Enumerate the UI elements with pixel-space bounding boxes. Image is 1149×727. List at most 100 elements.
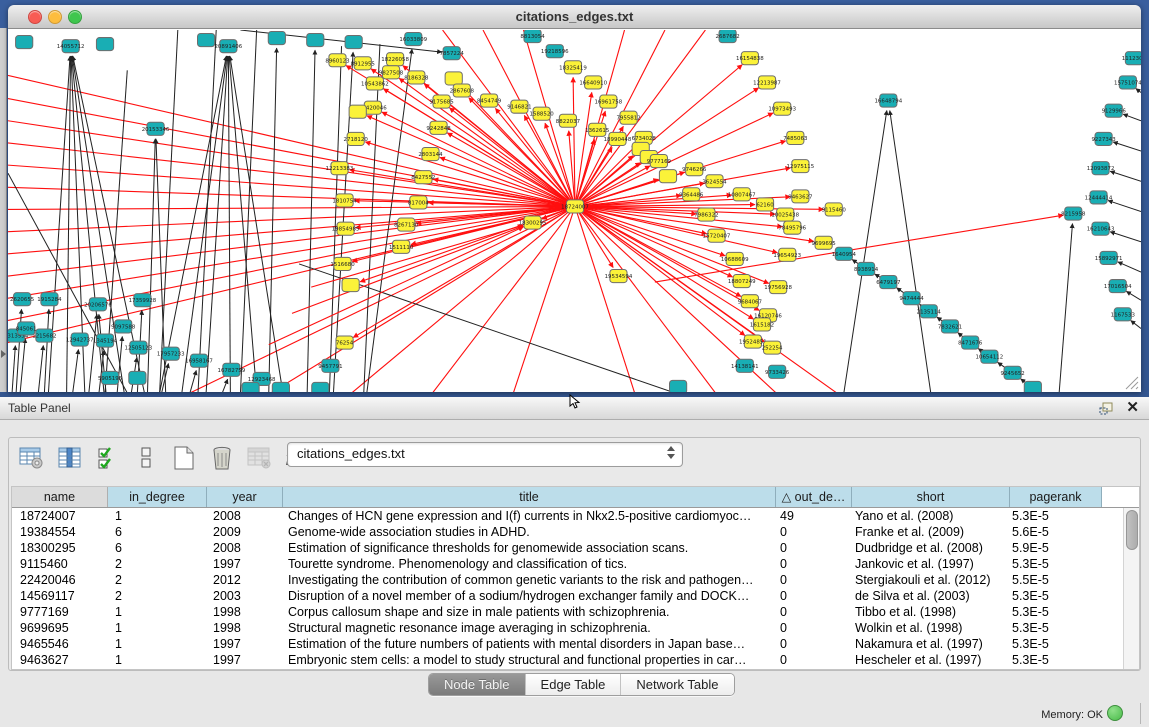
graph-node[interactable] — [129, 371, 146, 384]
graph-edge[interactable] — [1110, 232, 1141, 242]
graph-node[interactable] — [445, 72, 462, 85]
column-header-pagerank[interactable]: pagerank — [1010, 487, 1102, 507]
column-header-name[interactable]: name — [12, 487, 108, 507]
table-row[interactable]: 946554611997Estimation of the future num… — [12, 636, 1123, 652]
scrollbar-thumb[interactable] — [1126, 510, 1138, 550]
graph-edge[interactable] — [1126, 291, 1141, 300]
memory-status-led[interactable] — [1107, 705, 1123, 721]
graph-edge[interactable] — [1131, 321, 1141, 329]
graph-edge[interactable] — [12, 346, 15, 392]
graph-node[interactable] — [670, 380, 687, 392]
graph-edge[interactable] — [1136, 89, 1141, 93]
graph-edge[interactable] — [1108, 201, 1141, 212]
graph-node[interactable] — [272, 382, 289, 392]
graph-edge-directed[interactable] — [271, 206, 575, 392]
graph-node-label: 16210643 — [1087, 227, 1115, 233]
table-scrollbar[interactable] — [1123, 508, 1139, 669]
table-row[interactable]: 1872400712008Changes of HCN gene express… — [12, 508, 1123, 524]
column-header-short[interactable]: short — [852, 487, 1010, 507]
graph-edge[interactable] — [222, 379, 227, 392]
graph-node[interactable] — [1024, 381, 1041, 392]
tab-network-table[interactable]: Network Table — [620, 674, 733, 695]
close-panel-icon[interactable]: ✕ — [1126, 400, 1139, 416]
graph-edge[interactable] — [1118, 262, 1141, 272]
table-row[interactable]: 969969511998Structural magnetic resonanc… — [12, 620, 1123, 636]
tab-node-table[interactable]: Node Table — [429, 674, 525, 695]
column-header-title[interactable]: title — [283, 487, 776, 507]
panel-expander-icon[interactable] — [1, 350, 6, 358]
graph-edge[interactable] — [190, 370, 196, 392]
graph-edge[interactable] — [206, 56, 228, 392]
graph-node[interactable] — [342, 279, 359, 292]
graph-node[interactable] — [345, 36, 362, 49]
column-header-year[interactable]: year — [207, 487, 283, 507]
clear-selection-button[interactable] — [131, 444, 160, 472]
window-titlebar[interactable]: citations_edges.txt — [8, 5, 1141, 29]
table-row[interactable]: 946362711997Embryonic stem cells: a mode… — [12, 652, 1123, 668]
graph-edge[interactable] — [89, 314, 97, 392]
graph-node[interactable] — [96, 38, 113, 51]
zoom-traffic-light[interactable] — [68, 10, 82, 24]
graph-edge[interactable] — [1123, 114, 1141, 121]
graph-node[interactable] — [312, 382, 329, 392]
float-window-icon[interactable] — [1099, 402, 1114, 415]
import-table-button[interactable] — [245, 444, 274, 472]
graph-node[interactable] — [307, 34, 324, 47]
table-cell: 18724007 — [12, 508, 107, 524]
graph-edge-directed[interactable] — [292, 226, 523, 313]
delete-button[interactable] — [207, 444, 236, 472]
graph-edge-directed[interactable] — [8, 206, 575, 276]
table-row[interactable]: 977716911998Corpus callosum shape and si… — [12, 604, 1123, 620]
graph-node-label: 16154838 — [736, 56, 764, 62]
graph-node-label: 18807249 — [728, 279, 756, 285]
graph-edge[interactable] — [44, 309, 49, 392]
graph-edge-directed[interactable] — [8, 206, 575, 253]
graph-node-label: 16961758 — [594, 100, 622, 106]
graph-edge-directed[interactable] — [367, 116, 575, 207]
graph-edge[interactable] — [364, 44, 380, 392]
graph-node[interactable] — [349, 105, 366, 118]
table-settings-button[interactable] — [17, 444, 46, 472]
window-resize-grip[interactable] — [1125, 376, 1139, 390]
table-row[interactable]: 911546021997Tourette syndrome. Phenomeno… — [12, 556, 1123, 572]
table-cell: Changes of HCN gene expression and I(f) … — [280, 508, 772, 524]
table-row[interactable]: 1938455462009Genome-wide association stu… — [12, 524, 1123, 540]
table-cell: 1 — [107, 636, 205, 652]
graph-node[interactable] — [242, 382, 259, 392]
graph-edge[interactable] — [160, 30, 178, 392]
graph-edge-directed[interactable] — [8, 165, 575, 206]
new-document-button[interactable] — [169, 444, 198, 472]
graph-edge[interactable] — [20, 339, 25, 392]
graph-edge[interactable] — [147, 139, 155, 392]
table-cell: 5.3E-5 — [1004, 588, 1095, 604]
table-source-dropdown[interactable]: citations_edges.txt — [287, 442, 683, 467]
table-row[interactable]: 1456911722003Disruption of a novel membe… — [12, 588, 1123, 604]
graph-edge-directed[interactable] — [513, 206, 575, 392]
table-row[interactable]: 1830029562008Estimation of significance … — [12, 540, 1123, 556]
graph-edge[interactable] — [307, 50, 315, 392]
graph-edge[interactable] — [1059, 224, 1072, 392]
graph-node[interactable] — [198, 34, 215, 47]
close-traffic-light[interactable] — [28, 10, 42, 24]
column-header-in_degree[interactable]: in_degree — [108, 487, 207, 507]
select-all-button[interactable] — [93, 444, 122, 472]
graph-edge[interactable] — [890, 111, 931, 392]
graph-node[interactable] — [16, 36, 33, 49]
graph-edge-directed[interactable] — [8, 206, 575, 209]
graph-edge[interactable] — [198, 30, 216, 392]
graph-edge[interactable] — [1110, 171, 1141, 181]
table-cell: 0 — [772, 636, 847, 652]
column-header-out_de[interactable]: △ out_de… — [776, 487, 852, 507]
graph-edge[interactable] — [1113, 142, 1141, 151]
table-row[interactable]: 2242004622012Investigating the contribut… — [12, 572, 1123, 588]
minimize-traffic-light[interactable] — [48, 10, 62, 24]
graph-edge[interactable] — [73, 350, 79, 392]
graph-node[interactable] — [659, 170, 676, 183]
network-canvas[interactable]: 1405571220891406160338097857224881305419… — [8, 29, 1141, 392]
graph-edge[interactable] — [228, 56, 230, 392]
graph-node[interactable] — [268, 32, 285, 45]
graph-edge[interactable] — [38, 346, 43, 392]
show-columns-button[interactable] — [55, 444, 84, 472]
graph-edge-directed[interactable] — [8, 206, 575, 298]
tab-edge-table[interactable]: Edge Table — [525, 674, 621, 695]
